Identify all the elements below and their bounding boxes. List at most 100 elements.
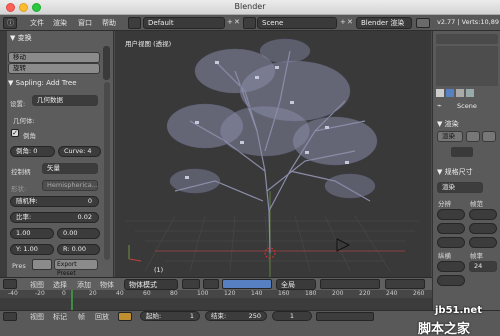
editor-type-timeline-button[interactable]	[3, 312, 17, 321]
playback-controls[interactable]	[316, 312, 374, 321]
preset-dropdown[interactable]	[32, 259, 52, 270]
seed-field[interactable]: 随机种: 0	[10, 196, 99, 207]
scene-tab-icon[interactable]	[456, 89, 464, 97]
shape-label: 形状:	[11, 185, 27, 193]
frame-start-field[interactable]	[469, 209, 497, 220]
preset-dropdown-props[interactable]: 渲染	[437, 182, 483, 193]
view-menu[interactable]: 视图	[30, 280, 44, 290]
shape-dropdown[interactable]: Hemispherica...	[42, 180, 98, 191]
layer-buttons[interactable]	[320, 279, 380, 289]
editor-type-button[interactable]: ⓘ	[3, 17, 17, 29]
menu-render[interactable]: 渲染	[53, 18, 67, 28]
move-button[interactable]: 移动	[8, 52, 100, 63]
viewport-shading-dropdown[interactable]	[182, 279, 200, 289]
snap-buttons[interactable]	[385, 279, 425, 289]
menu-file[interactable]: 文件	[30, 18, 44, 28]
animation-button[interactable]	[466, 131, 480, 142]
transform-orientation-dropdown[interactable]: 全局	[276, 279, 316, 290]
lock-icon[interactable]	[118, 312, 132, 321]
display-dropdown[interactable]	[451, 147, 473, 157]
remove-layout-icon[interactable]: ✕	[234, 18, 240, 26]
timeline-view-menu[interactable]: 视图	[30, 312, 44, 322]
watermark-name: 脚本之家	[418, 322, 471, 336]
settings-label: 设置:	[10, 100, 26, 108]
select-menu[interactable]: 选择	[53, 280, 67, 290]
menu-window[interactable]: 窗口	[78, 18, 92, 28]
end-frame-label: 结束:	[211, 312, 227, 320]
timeline-tick-label: 120	[224, 290, 236, 297]
add-scene-icon[interactable]: +	[340, 18, 346, 26]
sapling-panel-header[interactable]: ▼ Sapling: Add Tree	[8, 78, 77, 89]
manipulator-buttons[interactable]	[222, 279, 272, 289]
timeline-tick-label: -20	[35, 290, 45, 297]
aspect-y-field[interactable]	[437, 275, 465, 286]
mode-dropdown[interactable]: 物体模式	[124, 279, 178, 290]
tool-tabs[interactable]	[0, 31, 7, 277]
render-panel-header[interactable]: ▼ 渲染	[437, 119, 459, 129]
audio-button[interactable]	[482, 131, 496, 142]
transform-panel-header[interactable]: ▼ 变换	[10, 33, 32, 44]
current-frame-field[interactable]: 1	[272, 311, 312, 321]
ratio-label: 比率:	[16, 213, 32, 221]
playback-menu[interactable]: 回放	[95, 312, 109, 322]
rotate-button[interactable]: 旋转	[8, 63, 100, 74]
properties-tabs[interactable]	[436, 89, 498, 99]
properties-editor: ⌁ Scene ▼ 渲染 渲染 ▼ 规格尺寸 渲染 分辨 帧范 纵横 帧率 24	[432, 31, 500, 336]
resolution-percent-field[interactable]	[437, 237, 465, 248]
render-engine-dropdown[interactable]: Blender 渲染	[356, 17, 412, 29]
bevel-resolution-field[interactable]: 倒角: 0	[10, 146, 55, 157]
menu-help[interactable]: 帮助	[102, 18, 116, 28]
object-menu[interactable]: 物体	[100, 280, 114, 290]
screen-layout-dropdown[interactable]: Default	[143, 17, 225, 29]
y-field[interactable]: Y: 1.00	[10, 244, 54, 255]
r-field[interactable]: R: 0.00	[57, 244, 100, 255]
curve-resolution-field[interactable]: Curve: 4	[58, 146, 101, 157]
3d-view-header: 视图 选择 添加 物体 物体模式 全局	[0, 277, 432, 290]
render-button[interactable]: 渲染	[437, 131, 463, 142]
ratio-field[interactable]: 比率: 0.02	[10, 212, 99, 223]
world-tab-icon[interactable]	[466, 89, 474, 97]
bevel-checkbox[interactable]: ✓	[11, 129, 19, 137]
timeline-tick-label: 180	[305, 290, 317, 297]
scene-dropdown[interactable]: Scene	[257, 17, 337, 29]
marker-menu[interactable]: 标记	[53, 312, 67, 322]
frame-end-field[interactable]	[469, 223, 497, 234]
add-menu[interactable]: 添加	[77, 280, 91, 290]
frame-menu[interactable]: 帧	[78, 312, 85, 322]
3d-viewport[interactable]	[115, 31, 431, 277]
info-header: ⓘ 文件 渲染 窗口 帮助 Default + ✕ Scene + ✕ Blen…	[0, 15, 500, 31]
panel-scrollbar[interactable]	[103, 46, 110, 80]
settings-dropdown[interactable]: 几何数据	[32, 95, 98, 106]
aspect-x-field[interactable]	[437, 261, 465, 272]
dimensions-panel-header[interactable]: ▼ 规格尺寸	[437, 167, 473, 177]
outliner-strip[interactable]	[436, 34, 498, 44]
outliner-area[interactable]	[436, 46, 498, 86]
resolution-x-field[interactable]	[437, 209, 465, 220]
handle-type-dropdown[interactable]: 矢量	[42, 163, 98, 174]
render-tab-icon[interactable]	[436, 89, 444, 97]
layers-tab-icon[interactable]	[446, 89, 454, 97]
pivot-dropdown[interactable]	[203, 279, 219, 289]
geometry-label: 几何体:	[13, 117, 35, 125]
editor-type-3d-button[interactable]	[3, 279, 17, 289]
scale-variation-field[interactable]: 0.00	[57, 228, 100, 239]
scene-icon[interactable]	[243, 17, 256, 29]
info-icon: ⓘ	[7, 19, 14, 27]
start-frame-field[interactable]: 起始: 1	[140, 311, 200, 321]
aspect-label: 纵横	[438, 252, 451, 260]
playhead[interactable]	[71, 290, 73, 310]
scene-stats: v2.77 | Verts:10,89	[437, 18, 499, 26]
remove-scene-icon[interactable]: ✕	[347, 18, 353, 26]
start-frame-value: 1	[189, 312, 194, 320]
export-preset-button[interactable]: Export Preset	[54, 259, 98, 277]
scale-field[interactable]: 1.00	[10, 228, 54, 239]
add-layout-icon[interactable]: +	[227, 18, 233, 26]
fps-dropdown[interactable]: 24	[469, 261, 497, 272]
timeline[interactable]: -40 -20 0 20 40 60 80 100 120 140 160 180 200 220 240 2…	[0, 290, 432, 310]
timeline-tick-label: 260	[413, 290, 425, 297]
layout-icon[interactable]	[128, 17, 141, 29]
end-frame-field[interactable]: 结束: 250	[205, 311, 267, 321]
frame-step-field[interactable]	[469, 237, 497, 248]
sapling-scrollbar[interactable]	[104, 82, 110, 260]
resolution-y-field[interactable]	[437, 223, 465, 234]
